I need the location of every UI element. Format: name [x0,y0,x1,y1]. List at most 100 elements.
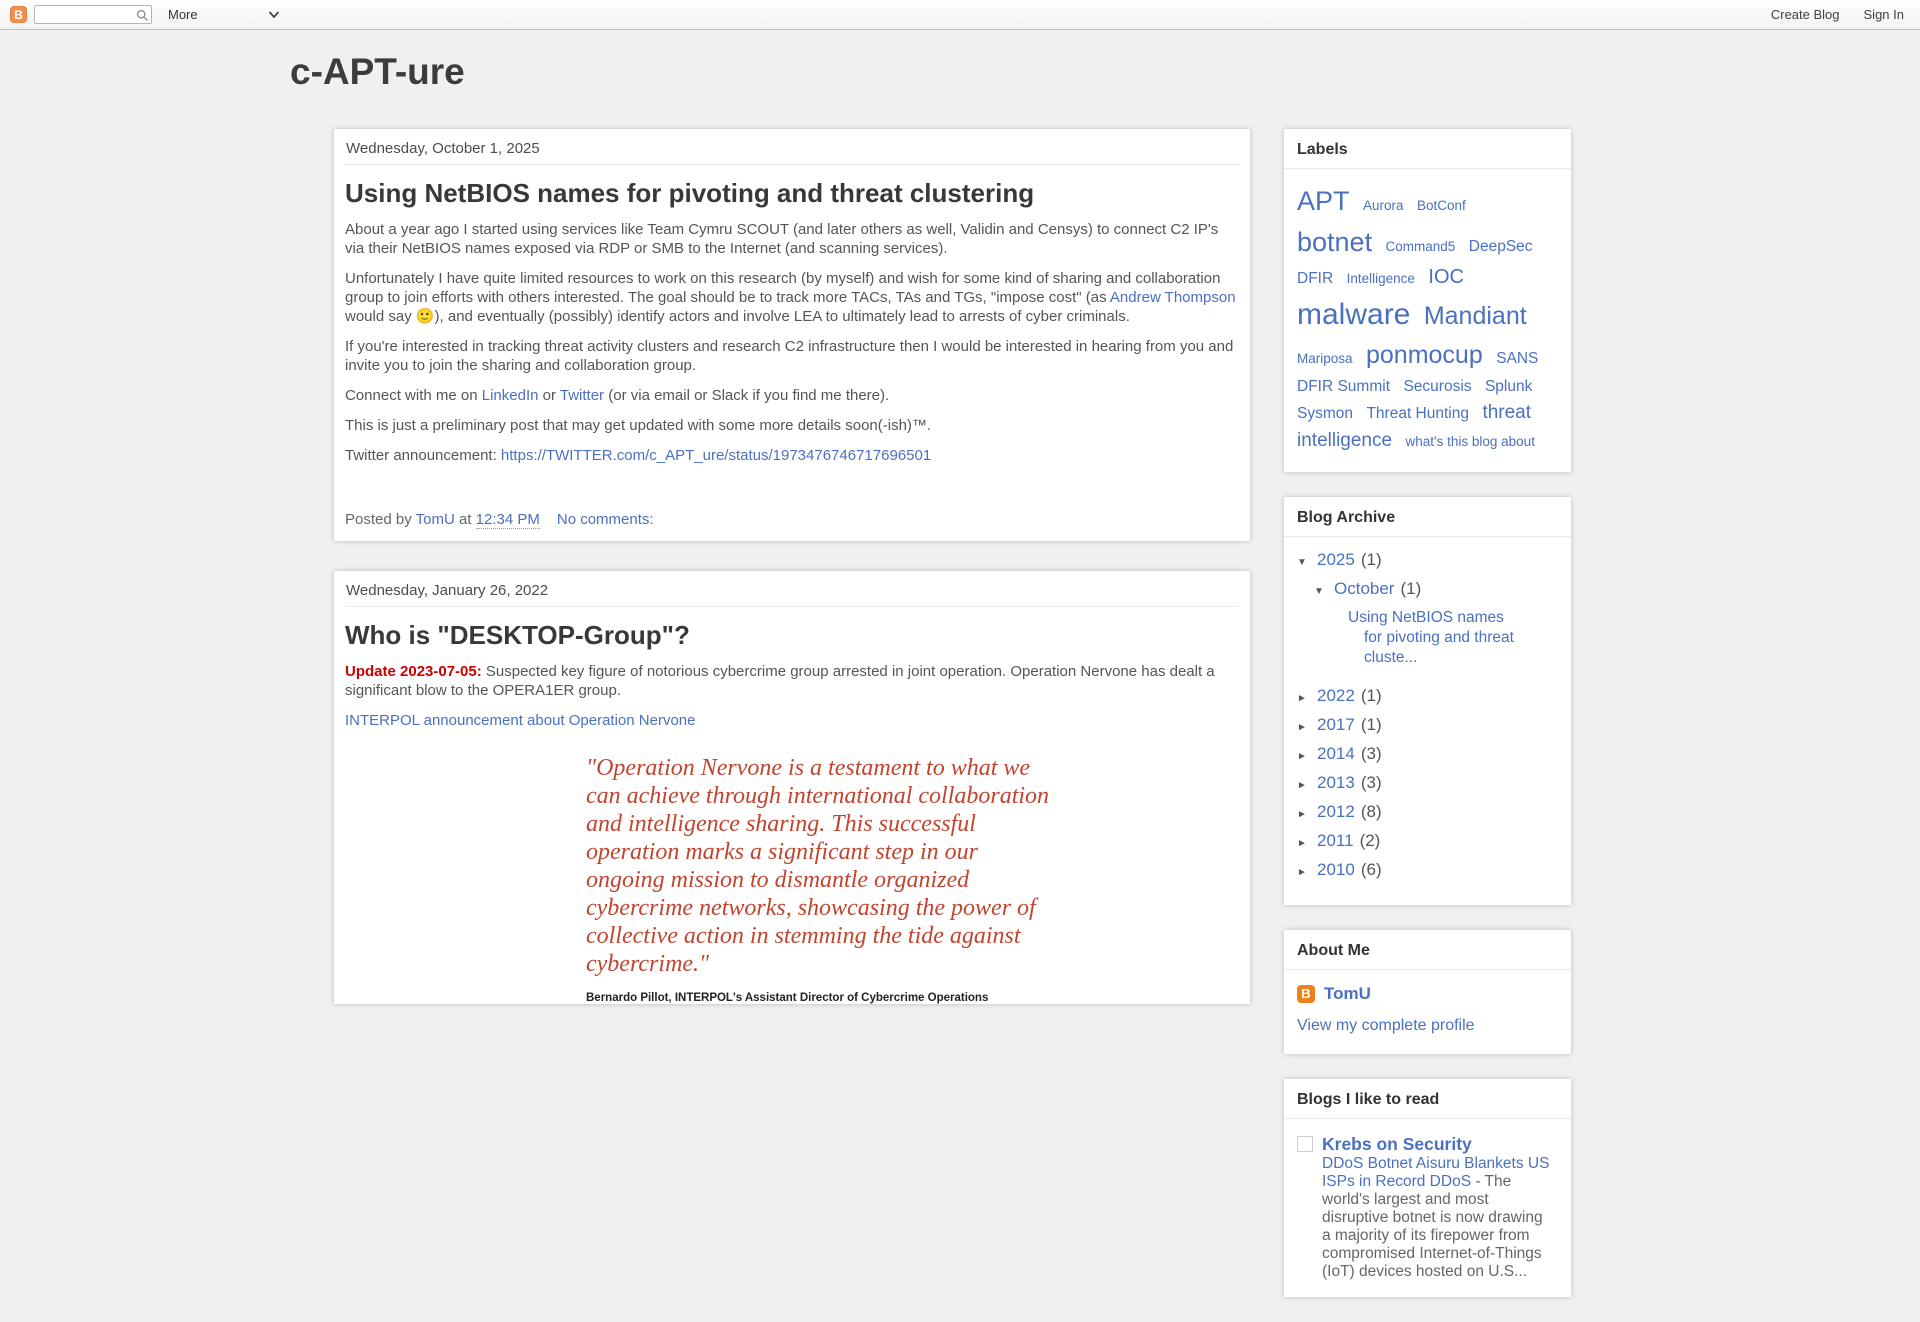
label-link[interactable]: BotConf [1417,198,1466,213]
expand-arrow-icon[interactable]: ► [1297,751,1310,762]
navbar-search [34,5,152,24]
navbar-right: Create Blog Sign In [1771,7,1904,22]
label-link[interactable]: botnet [1297,227,1372,257]
expand-arrow-icon[interactable]: ► [1297,722,1310,733]
blogroll-post-link[interactable]: DDoS Botnet Aisuru Blankets US ISPs in R… [1322,1155,1549,1190]
label-link[interactable]: ponmocup [1366,341,1483,369]
post-paragraph: This is just a preliminary post that may… [345,416,1239,435]
label-link[interactable]: Intelligence [1347,271,1415,286]
profile-name-link[interactable]: TomU [1324,984,1371,1004]
collapse-arrow-icon[interactable]: ▼ [1297,557,1310,568]
post-footer: Posted by TomU at 12:34 PM No comments: [345,511,1239,541]
archive-post-row: Using NetBIOS names for pivoting and thr… [1297,608,1558,668]
blogger-icon[interactable]: B [10,6,27,23]
paragraph-text: or [538,387,559,404]
archive-year-link[interactable]: 2010 [1317,860,1355,880]
label-link[interactable]: DeepSec [1469,238,1533,255]
post-title[interactable]: Who is "DESKTOP-Group"? [345,620,1239,651]
label-link[interactable]: Splunk [1485,378,1532,395]
paragraph-text: would say 🙂), and eventually (possibly) … [345,308,1130,325]
twitter-announcement-link[interactable]: https://TWITTER.com/c_APT_ure/status/197… [501,447,931,464]
archive-post-link[interactable]: Using NetBIOS names for pivoting and thr… [1348,608,1526,668]
paragraph-text: Twitter announcement: [345,447,501,464]
label-link[interactable]: Sysmon [1297,405,1353,422]
label-link[interactable]: Securosis [1403,378,1471,395]
label-link[interactable]: malware [1297,298,1410,331]
archive-year-link[interactable]: 2011 [1317,831,1354,851]
post-paragraph: Connect with me on LinkedIn or Twitter (… [345,386,1239,405]
at-text: at [455,511,476,528]
archive-year-row: ► 2010 (6) [1297,860,1558,880]
label-link[interactable]: Command5 [1386,239,1456,254]
archive-count: (1) [1400,579,1421,599]
paragraph-text: Connect with me on [345,387,482,404]
sidebar: Labels APT Aurora BotConf botnet Command… [1284,129,1571,1322]
label-link[interactable]: Aurora [1363,198,1404,213]
twitter-link[interactable]: Twitter [560,387,604,404]
archive-year-row: ► 2014 (3) [1297,744,1558,764]
view-profile-link[interactable]: View my complete profile [1284,1004,1571,1054]
label-link[interactable]: APT [1297,186,1350,216]
blogroll-blog-link[interactable]: Krebs on Security [1322,1133,1472,1155]
post-date: Wednesday, October 1, 2025 [345,129,1239,165]
post-paragraph: Update 2023-07-05: Suspected key figure … [345,662,1239,700]
post-paragraph: About a year ago I started using service… [345,220,1239,258]
main-column: Wednesday, October 1, 2025 Using NetBIOS… [334,129,1250,1034]
archive-year-link[interactable]: 2022 [1317,686,1355,706]
label-link[interactable]: IOC [1428,266,1464,288]
label-link[interactable]: DFIR [1297,270,1333,287]
content-wrapper: c-APT-ure Wednesday, October 1, 2025 Usi… [290,30,1571,1322]
archive-month-link[interactable]: October [1334,579,1394,599]
comments-link[interactable]: No comments: [557,511,654,528]
interpol-announcement-link[interactable]: INTERPOL announcement about Operation Ne… [345,712,695,729]
expand-arrow-icon[interactable]: ► [1297,809,1310,820]
quote-caption: Bernardo Pillot, INTERPOL's Assistant Di… [586,992,1239,1004]
label-link[interactable]: what's this blog about [1406,434,1535,449]
archive-year-row: ► 2011 (2) [1297,831,1558,851]
timestamp-link[interactable]: 12:34 PM [476,511,540,529]
post-card-1: Wednesday, October 1, 2025 Using NetBIOS… [334,129,1250,541]
label-link[interactable]: Mandiant [1424,302,1527,330]
label-link[interactable]: DFIR Summit [1297,378,1390,395]
about-me-widget: About Me B TomU View my complete profile [1284,930,1571,1054]
create-blog-link[interactable]: Create Blog [1771,7,1840,22]
archive-count: (3) [1361,773,1382,793]
navbar-more-dropdown[interactable]: More [168,7,280,22]
about-me-heading: About Me [1284,930,1571,970]
label-link[interactable]: Threat Hunting [1366,405,1469,422]
paragraph-text: About a year ago I started using service… [345,221,1218,257]
posted-by-text: Posted by [345,511,416,528]
archive-year-link[interactable]: 2013 [1317,773,1355,793]
sign-in-link[interactable]: Sign In [1864,7,1904,22]
blogroll-widget: Blogs I like to read Krebs on Security D… [1284,1079,1571,1297]
archive-year-link[interactable]: 2025 [1317,550,1355,570]
archive-year-row: ► 2013 (3) [1297,773,1558,793]
expand-arrow-icon[interactable]: ► [1297,693,1310,704]
author-link[interactable]: TomU [416,511,455,528]
update-label: Update 2023-07-05: [345,663,482,680]
labels-heading: Labels [1284,129,1571,169]
archive-month-row: ▼ October (1) [1297,579,1558,599]
labels-widget: Labels APT Aurora BotConf botnet Command… [1284,129,1571,472]
blog-title[interactable]: c-APT-ure [290,51,465,93]
andrew-thompson-link[interactable]: Andrew Thompson [1110,289,1236,306]
label-link[interactable]: Mariposa [1297,351,1353,366]
expand-arrow-icon[interactable]: ► [1297,838,1310,849]
archive-year-row: ▼ 2025 (1) [1297,550,1558,570]
post-paragraph: Unfortunately I have quite limited resou… [345,269,1239,326]
archive-count: (6) [1361,860,1382,880]
linkedin-link[interactable]: LinkedIn [482,387,539,404]
expand-arrow-icon[interactable]: ► [1297,780,1310,791]
search-icon[interactable] [135,8,149,22]
more-label: More [168,7,198,22]
archive-year-row: ► 2012 (8) [1297,802,1558,822]
archive-year-link[interactable]: 2017 [1317,715,1355,735]
expand-arrow-icon[interactable]: ► [1297,867,1310,878]
blogroll-heading: Blogs I like to read [1284,1079,1571,1119]
archive-year-link[interactable]: 2012 [1317,802,1355,822]
post-title[interactable]: Using NetBIOS names for pivoting and thr… [345,178,1239,209]
label-link[interactable]: SANS [1496,350,1538,367]
collapse-arrow-icon[interactable]: ▼ [1314,586,1327,597]
archive-year-link[interactable]: 2014 [1317,744,1355,764]
post-paragraph: INTERPOL announcement about Operation Ne… [345,711,1239,730]
